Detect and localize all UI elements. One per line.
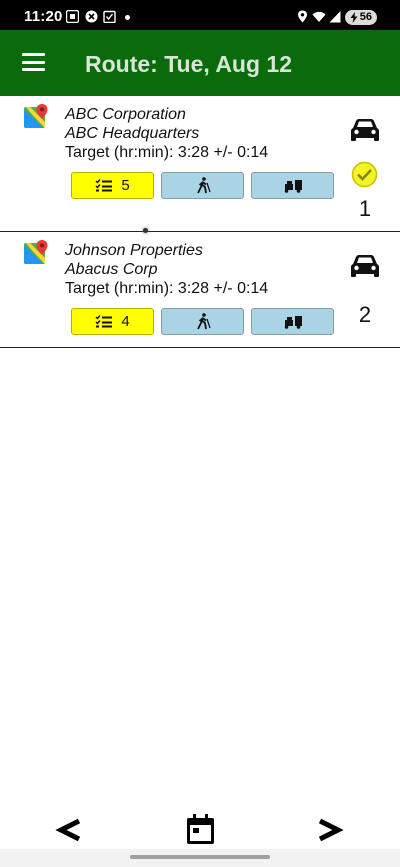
screenshot-icon	[66, 10, 79, 23]
checklist-icon	[95, 315, 113, 328]
completed-check-icon[interactable]	[351, 161, 378, 188]
cellular-signal-icon	[329, 11, 341, 23]
stop-number: 1	[358, 196, 372, 221]
delivery-truck-icon	[284, 180, 302, 193]
google-maps-icon[interactable]	[24, 240, 49, 265]
previous-day-button[interactable]	[55, 815, 83, 845]
gesture-navigation-bar[interactable]	[130, 855, 270, 859]
route-card[interactable]: Johnson Properties Abacus Corp Target (h…	[0, 232, 400, 348]
page-title: Route: Tue, Aug 12	[85, 51, 292, 77]
battery-indicator: 56	[345, 10, 377, 25]
clipboard-icon	[103, 10, 116, 23]
next-day-button[interactable]	[316, 815, 344, 845]
calendar-icon[interactable]	[187, 814, 214, 844]
status-time: 11:20	[24, 8, 63, 25]
location-name: ABC Headquarters	[65, 125, 200, 142]
checklist-icon	[95, 179, 113, 192]
delivery-button[interactable]	[251, 172, 334, 199]
target-time: Target (hr:min): 3:28 +/- 0:14	[65, 280, 269, 297]
sync-icon	[85, 10, 98, 23]
charging-bolt-icon	[350, 12, 358, 23]
task-count: 5	[121, 177, 130, 194]
gesture-area	[0, 849, 400, 867]
app-bar: Route: Tue, Aug 12	[0, 30, 400, 96]
hamburger-menu-icon[interactable]	[22, 53, 45, 71]
task-count: 4	[121, 313, 130, 330]
stop-number: 2	[358, 302, 372, 327]
car-icon	[351, 119, 379, 141]
route-card[interactable]: ABC Corporation ABC Headquarters Target …	[0, 96, 400, 232]
car-icon	[351, 255, 379, 277]
location-name: Abacus Corp	[65, 261, 158, 278]
tasks-button[interactable]: 5	[71, 172, 154, 199]
location-icon	[298, 10, 307, 23]
status-bar: 11:20 56	[0, 0, 400, 30]
tasks-button[interactable]: 4	[71, 308, 154, 335]
walk-button[interactable]	[161, 172, 244, 199]
wifi-icon	[312, 11, 326, 22]
walk-button[interactable]	[161, 308, 244, 335]
google-maps-icon[interactable]	[24, 104, 49, 129]
notification-dot	[125, 15, 130, 20]
battery-level: 56	[359, 11, 372, 23]
walking-person-icon	[196, 313, 211, 330]
delivery-button[interactable]	[251, 308, 334, 335]
delivery-truck-icon	[284, 316, 302, 329]
target-time: Target (hr:min): 3:28 +/- 0:14	[65, 144, 269, 161]
company-name: ABC Corporation	[65, 106, 186, 123]
walking-person-icon	[196, 177, 211, 194]
company-name: Johnson Properties	[65, 242, 203, 259]
